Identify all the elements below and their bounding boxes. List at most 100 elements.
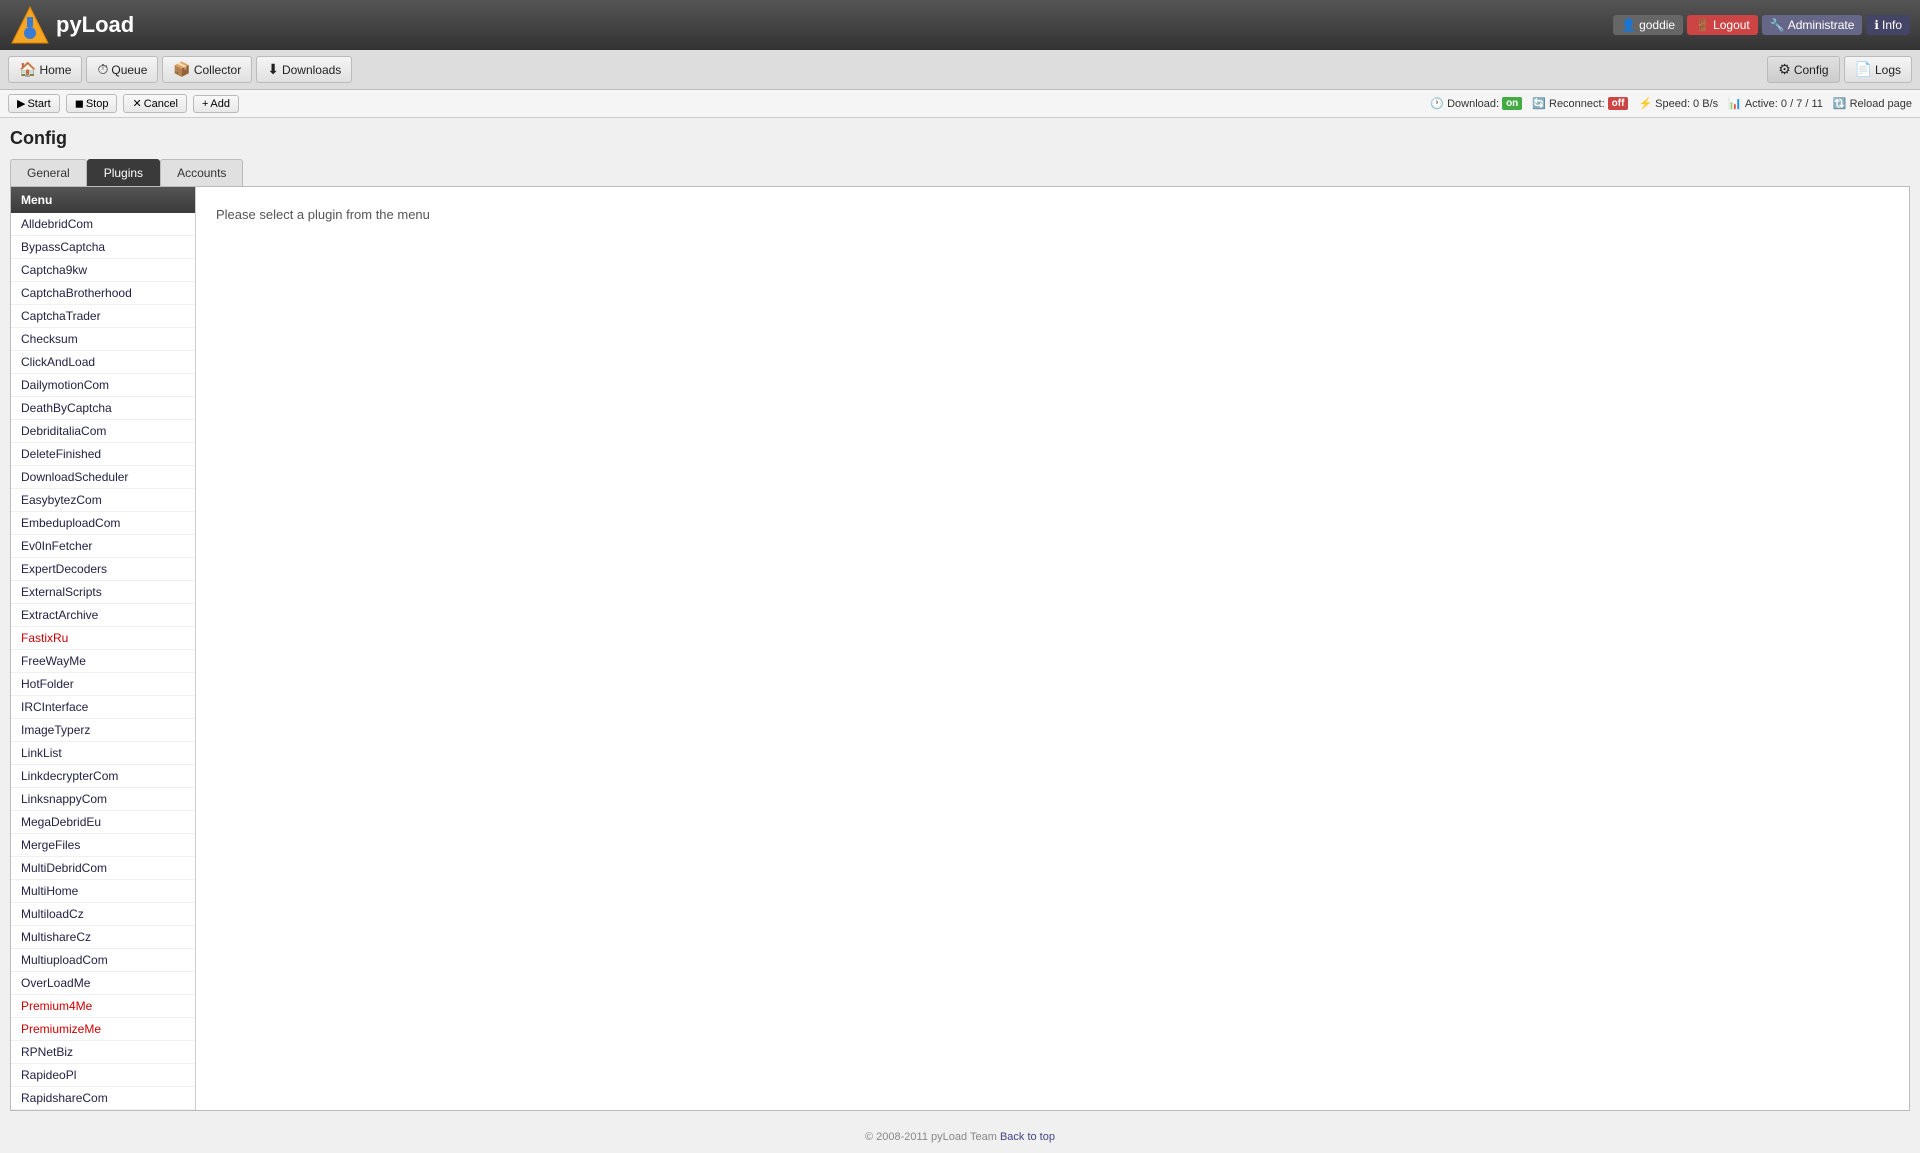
reconnect-status: 🔄 Reconnect: off [1532,97,1628,110]
menu-item[interactable]: DeleteFinished [11,443,195,466]
menu-item[interactable]: ExternalScripts [11,581,195,604]
cancel-icon: ✕ [132,97,141,110]
menu-item[interactable]: MegaDebridEu [11,811,195,834]
logout-button[interactable]: 🚪 Logout [1687,15,1758,35]
nav-left: 🏠 Home ⏱ Queue 📦 Collector ⬇ Downloads [8,56,352,83]
menu-item[interactable]: ExpertDecoders [11,558,195,581]
tab-general[interactable]: General [10,159,87,186]
nav-config[interactable]: ⚙ Config [1767,56,1839,83]
nav-logs[interactable]: 📄 Logs [1844,56,1912,83]
reload-icon: 🔃 [1833,97,1847,110]
collector-icon: 📦 [173,61,190,78]
menu-item[interactable]: MultishareCz [11,926,195,949]
start-icon: ▶ [17,97,25,110]
back-to-top-link[interactable]: Back to top [1000,1131,1055,1143]
reconnect-icon: 🔄 [1532,97,1546,110]
toolbar: ▶ Start ◼ Stop ✕ Cancel + Add 🕐 Download… [0,90,1920,118]
nav-queue[interactable]: ⏱ Queue [86,56,158,83]
logs-icon: 📄 [1855,61,1872,78]
menu-item[interactable]: LinksnappyCom [11,788,195,811]
menu-item[interactable]: BypassCaptcha [11,236,195,259]
menu-item[interactable]: DeathByCaptcha [11,397,195,420]
queue-icon: ⏱ [97,61,108,78]
menu-item[interactable]: MultiuploadCom [11,949,195,972]
logo-text: pyLoad [56,12,134,38]
menu-header: Menu [11,187,195,213]
stop-button[interactable]: ◼ Stop [66,94,118,113]
tab-plugins[interactable]: Plugins [87,159,160,186]
username: goddie [1639,18,1675,32]
menu-item[interactable]: HotFolder [11,673,195,696]
speed-status: ⚡ Speed: 0 B/s [1638,97,1718,110]
info-icon: ℹ [1874,18,1879,32]
menu-item[interactable]: LinkList [11,742,195,765]
menu-item[interactable]: IRCInterface [11,696,195,719]
tab-accounts[interactable]: Accounts [160,159,243,186]
menu-item[interactable]: MultiHome [11,880,195,903]
content-area: Menu AlldebridComBypassCaptchaCaptcha9kw… [10,186,1910,1111]
menu-item[interactable]: Checksum [11,328,195,351]
nav-downloads[interactable]: ⬇ Downloads [256,56,352,83]
stop-icon: ◼ [75,97,84,110]
menu-item[interactable]: FreeWayMe [11,650,195,673]
menu-item[interactable]: DebriditaliaCom [11,420,195,443]
start-button[interactable]: ▶ Start [8,94,60,113]
menu-item[interactable]: ExtractArchive [11,604,195,627]
main: Config General Plugins Accounts Menu All… [0,118,1920,1121]
logo-icon [10,5,50,45]
menu-item[interactable]: Captcha9kw [11,259,195,282]
menu-item[interactable]: FastixRu [11,627,195,650]
toolbar-right: 🕐 Download: on 🔄 Reconnect: off ⚡ Speed:… [1430,97,1912,110]
main-panel: Please select a plugin from the menu [196,187,1909,1110]
menu-item[interactable]: PremiumizeMe [11,1018,195,1041]
menu-item[interactable]: LinkdecrypterCom [11,765,195,788]
user-button: 👤 goddie [1613,15,1683,35]
info-button[interactable]: ℹ Info [1866,15,1910,35]
downloads-icon: ⬇ [267,61,279,78]
header: pyLoad 👤 goddie 🚪 Logout 🔧 Administrate … [0,0,1920,50]
tabs: General Plugins Accounts [10,159,1910,186]
config-icon: ⚙ [1778,61,1791,78]
home-icon: 🏠 [19,61,36,78]
active-icon: 📊 [1728,97,1742,110]
menu-item[interactable]: OverLoadMe [11,972,195,995]
logout-icon: 🚪 [1695,18,1710,32]
menu-list: AlldebridComBypassCaptchaCaptcha9kwCaptc… [11,213,195,1110]
admin-icon: 🔧 [1770,18,1785,32]
sidebar: Menu AlldebridComBypassCaptchaCaptcha9kw… [11,187,196,1110]
placeholder-text: Please select a plugin from the menu [216,207,430,222]
header-right: 👤 goddie 🚪 Logout 🔧 Administrate ℹ Info [1613,15,1910,35]
menu-item[interactable]: MultiDebridCom [11,857,195,880]
reconnect-badge: off [1608,97,1629,110]
menu-item[interactable]: RapideoPl [11,1064,195,1087]
menu-item[interactable]: ImageTyperz [11,719,195,742]
active-status: 📊 Active: 0 / 7 / 11 [1728,97,1823,110]
menu-item[interactable]: CaptchaTrader [11,305,195,328]
reload-status[interactable]: 🔃 Reload page [1833,97,1912,110]
menu-item[interactable]: AlldebridCom [11,213,195,236]
nav-right: ⚙ Config 📄 Logs [1767,56,1912,83]
page-title: Config [10,128,1910,149]
speed-icon: ⚡ [1638,97,1652,110]
footer: © 2008-2011 pyLoad Team Back to top [0,1121,1920,1153]
nav-home[interactable]: 🏠 Home [8,56,82,83]
download-status: 🕐 Download: on [1430,97,1522,110]
cancel-button[interactable]: ✕ Cancel [123,94,186,113]
menu-item[interactable]: MergeFiles [11,834,195,857]
menu-item[interactable]: RapidshareCom [11,1087,195,1110]
menu-item[interactable]: RPNetBiz [11,1041,195,1064]
menu-item[interactable]: Premium4Me [11,995,195,1018]
user-icon: 👤 [1621,18,1636,32]
menu-item[interactable]: DownloadScheduler [11,466,195,489]
menu-item[interactable]: MultiloadCz [11,903,195,926]
menu-item[interactable]: EasybytezCom [11,489,195,512]
administrate-button[interactable]: 🔧 Administrate [1762,15,1863,35]
menu-item[interactable]: ClickAndLoad [11,351,195,374]
add-icon: + [202,98,208,110]
add-button[interactable]: + Add [193,95,239,113]
menu-item[interactable]: EmbeduploadCom [11,512,195,535]
menu-item[interactable]: DailymotionCom [11,374,195,397]
menu-item[interactable]: CaptchaBrotherhood [11,282,195,305]
menu-item[interactable]: Ev0InFetcher [11,535,195,558]
nav-collector[interactable]: 📦 Collector [162,56,252,83]
